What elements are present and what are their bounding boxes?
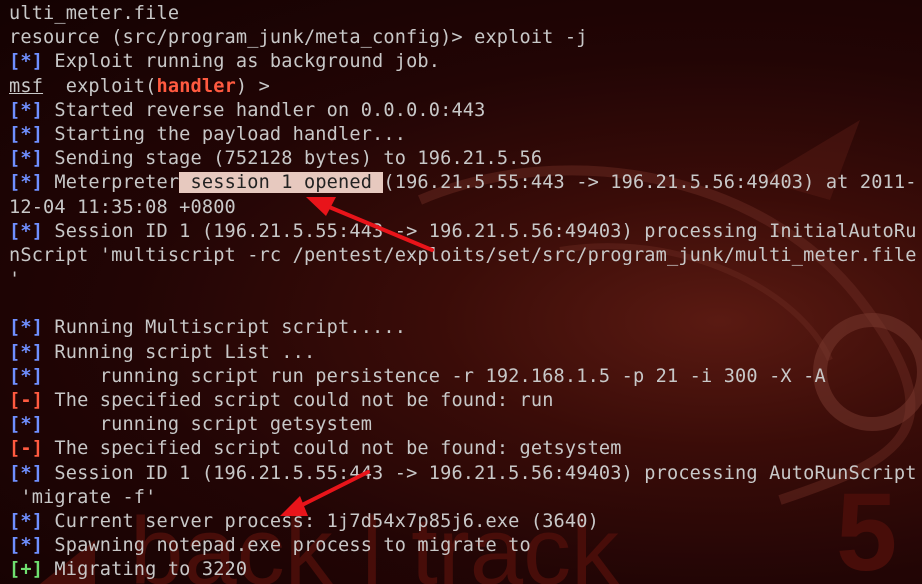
terminal-window[interactable]: back | track 5 ulti_meter.file resource (…: [0, 0, 922, 584]
arrow-icon-migration: [280, 470, 370, 516]
annotation-arrow-icons: [280, 197, 434, 516]
arrow-icon-session-opened: [306, 197, 434, 252]
